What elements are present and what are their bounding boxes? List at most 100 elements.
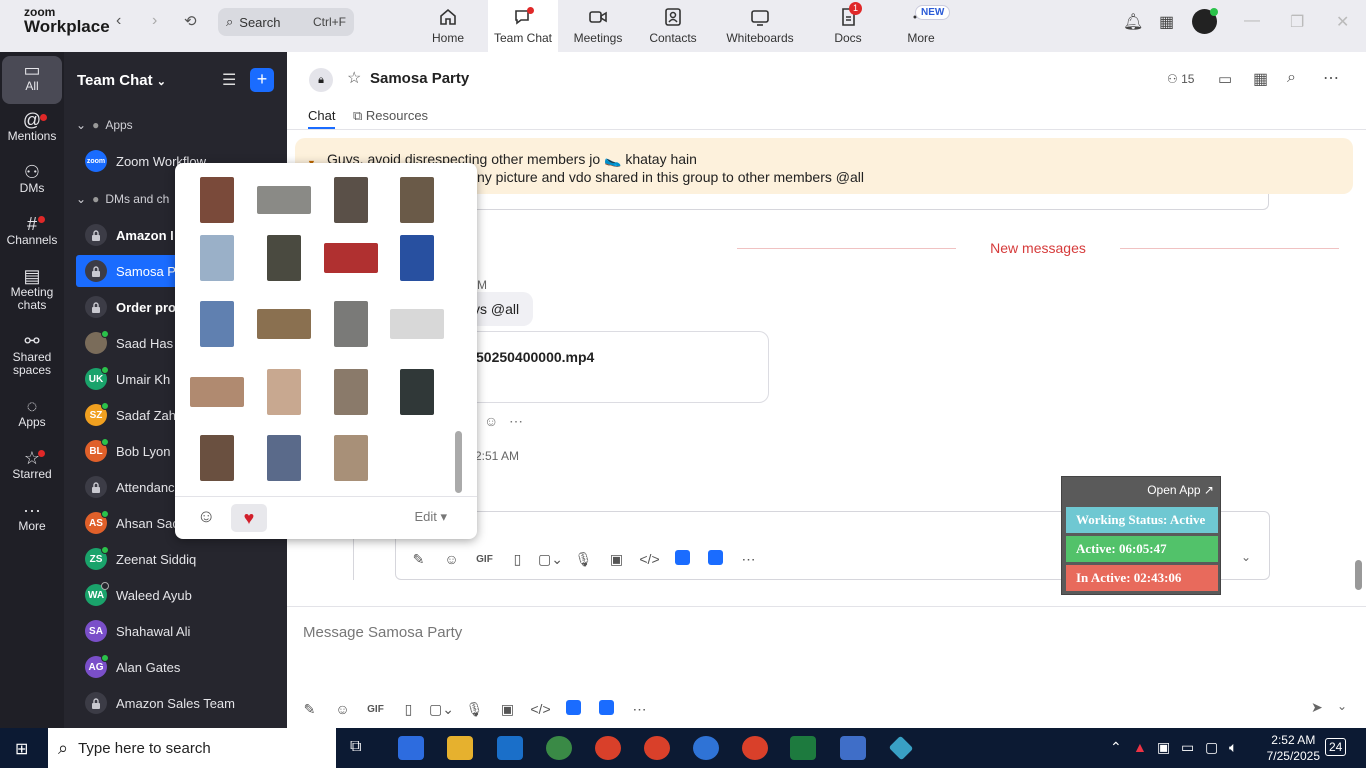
star-icon[interactable]: ☆ — [347, 68, 361, 88]
maximize-icon[interactable]: ❐ — [1290, 12, 1304, 32]
edit-button[interactable]: Edit ▾ — [414, 509, 447, 525]
emoji-icon[interactable]: ☺ — [326, 701, 359, 717]
heart-icon[interactable]: ♥ — [231, 504, 267, 532]
send-icon[interactable]: ➤ — [1311, 699, 1323, 716]
sticker-thumbnail[interactable] — [190, 377, 244, 407]
sidebar-item[interactable]: WA Waleed Ayub — [76, 579, 287, 611]
zoom-taskbar-icon[interactable] — [398, 736, 424, 760]
acrobat-icon[interactable]: ▲ — [1133, 739, 1147, 755]
search-box[interactable]: ⌕ Search Ctrl+F — [218, 8, 354, 36]
tab-meetings[interactable]: Meetings — [563, 0, 633, 52]
close-icon[interactable]: ✕ — [1336, 12, 1349, 32]
rail-channels[interactable]: # Channels — [0, 215, 64, 247]
tab-contacts[interactable]: Contacts — [638, 0, 708, 52]
sticker-thumbnail[interactable] — [400, 369, 434, 415]
code-icon[interactable]: </> — [633, 551, 666, 567]
mic-icon[interactable]: 🎙︎ — [567, 551, 600, 568]
file-icon[interactable]: ▯ — [501, 551, 534, 568]
calendar-icon[interactable]: ▦ — [1253, 69, 1268, 89]
back-arrow-icon[interactable]: ‹ — [116, 12, 121, 30]
sticker-thumbnail[interactable] — [267, 369, 301, 415]
video-message-icon[interactable]: ▣ — [491, 701, 524, 718]
sticker-thumbnail[interactable] — [334, 435, 368, 481]
tab-resources[interactable]: ⧉ Resources — [353, 108, 428, 124]
sidebar-item[interactable]: AG Alan Gates — [76, 651, 287, 683]
code-icon[interactable]: </> — [524, 701, 557, 717]
scrollbar[interactable] — [455, 431, 462, 493]
speaker-icon[interactable]: 🔈︎ — [1229, 739, 1237, 756]
system-clock[interactable]: 2:52 AM 7/25/2025 — [1267, 732, 1320, 764]
chat-title[interactable]: Samosa Party — [370, 70, 469, 87]
file-explorer-icon[interactable] — [447, 736, 473, 760]
message-composer[interactable]: Message Samosa Party ✎ ☺ GIF ▯ ▢⌄ 🎙︎ ▣ <… — [287, 606, 1366, 728]
chevron-down-icon[interactable]: ⌄ — [1337, 699, 1347, 713]
gif-icon[interactable]: GIF — [468, 554, 501, 565]
calculator-icon[interactable] — [840, 736, 866, 760]
rail-meeting-chats[interactable]: ▤ Meeting chats — [0, 267, 64, 312]
format-icon[interactable]: ✎ — [402, 551, 435, 568]
chrome-icon[interactable] — [595, 736, 621, 760]
message-input[interactable]: Message Samosa Party — [303, 624, 462, 641]
display-icon[interactable]: ▣ — [1157, 739, 1170, 756]
app-icon[interactable] — [888, 735, 914, 761]
sticker-thumbnail[interactable] — [334, 177, 368, 223]
excel-icon[interactable] — [790, 736, 816, 760]
battery-icon[interactable]: ▭ — [1181, 739, 1194, 756]
calendar-icon[interactable]: ▦ — [1159, 12, 1174, 32]
notifications-icon[interactable]: 24 — [1325, 738, 1347, 756]
filter-icon[interactable]: ☰ — [222, 70, 236, 90]
mic-icon[interactable]: 🎙︎ — [458, 701, 491, 718]
section-dms[interactable]: ⌄ ● DMs and ch — [76, 192, 169, 206]
chrome-icon[interactable] — [693, 736, 719, 760]
chrome-icon[interactable] — [546, 736, 572, 760]
emoji-icon[interactable]: ☺ — [435, 551, 468, 567]
tab-whiteboards[interactable]: Whiteboards — [720, 0, 800, 52]
video-call-icon[interactable]: ▭ — [1218, 70, 1232, 88]
sticker-thumbnail[interactable] — [400, 235, 434, 281]
sticker-thumbnail[interactable] — [257, 186, 311, 214]
file-icon[interactable]: ▯ — [392, 701, 425, 718]
rail-all[interactable]: ▭ All — [2, 56, 62, 104]
screenshot-icon[interactable]: ▢⌄ — [425, 701, 458, 718]
forward-arrow-icon[interactable]: › — [152, 12, 157, 30]
sticker-thumbnail[interactable] — [400, 177, 434, 223]
taskbar-search[interactable]: ⌕ Type here to search — [48, 728, 336, 768]
search-icon[interactable]: ⌕ — [1287, 69, 1296, 87]
sidebar-item[interactable]: Amazon Sales Team — [76, 687, 287, 719]
more-options-icon[interactable]: ⋯ — [623, 701, 656, 718]
rail-mentions[interactable]: @ Mentions — [0, 111, 64, 143]
sticker-thumbnail[interactable] — [334, 301, 368, 347]
app-icon[interactable] — [557, 700, 590, 718]
sidebar-item[interactable]: ZS Zeenat Siddiq — [76, 543, 287, 575]
sidebar-item[interactable]: SA Shahawal Ali — [76, 615, 287, 647]
rail-apps[interactable]: ◌ Apps — [0, 397, 64, 429]
sticker-thumbnail[interactable] — [200, 435, 234, 481]
screenshot-icon[interactable]: ▢⌄ — [534, 551, 567, 568]
sticker-thumbnail[interactable] — [267, 235, 301, 281]
more-options-icon[interactable]: ⋯ — [1323, 68, 1339, 88]
sticker-thumbnail[interactable] — [200, 177, 234, 223]
app-icon[interactable] — [699, 550, 732, 568]
chevron-down-icon[interactable]: ⌄ — [1241, 550, 1251, 564]
history-icon[interactable]: ⟲ — [184, 12, 197, 30]
video-message-icon[interactable]: ▣ — [600, 551, 633, 568]
sticker-thumbnail[interactable] — [257, 309, 311, 339]
bell-icon[interactable]: 🔔︎ — [1123, 12, 1143, 32]
sticker-thumbnail[interactable] — [324, 243, 378, 273]
tab-team-chat[interactable]: Team Chat — [488, 0, 558, 52]
more-options-icon[interactable]: ⋯ — [732, 551, 765, 568]
file-attachment-card[interactable]: 50250400000.mp4 — [457, 331, 769, 403]
format-icon[interactable]: ✎ — [293, 701, 326, 718]
app-icon[interactable] — [590, 700, 623, 718]
tab-chat[interactable]: Chat — [308, 108, 336, 129]
chrome-icon[interactable] — [644, 736, 670, 760]
more-options-icon[interactable]: ⋯ — [509, 413, 523, 430]
rail-shared-spaces[interactable]: ⚯ Shared spaces — [0, 332, 64, 377]
outlook-icon[interactable] — [497, 736, 523, 760]
minimize-icon[interactable]: — — [1244, 12, 1260, 30]
section-apps[interactable]: ⌄ ● Apps — [76, 118, 133, 132]
gif-icon[interactable]: GIF — [359, 704, 392, 715]
chrome-icon[interactable] — [742, 736, 768, 760]
scrollbar[interactable] — [1355, 560, 1362, 590]
rail-dms[interactable]: ⚇ DMs — [0, 163, 64, 195]
